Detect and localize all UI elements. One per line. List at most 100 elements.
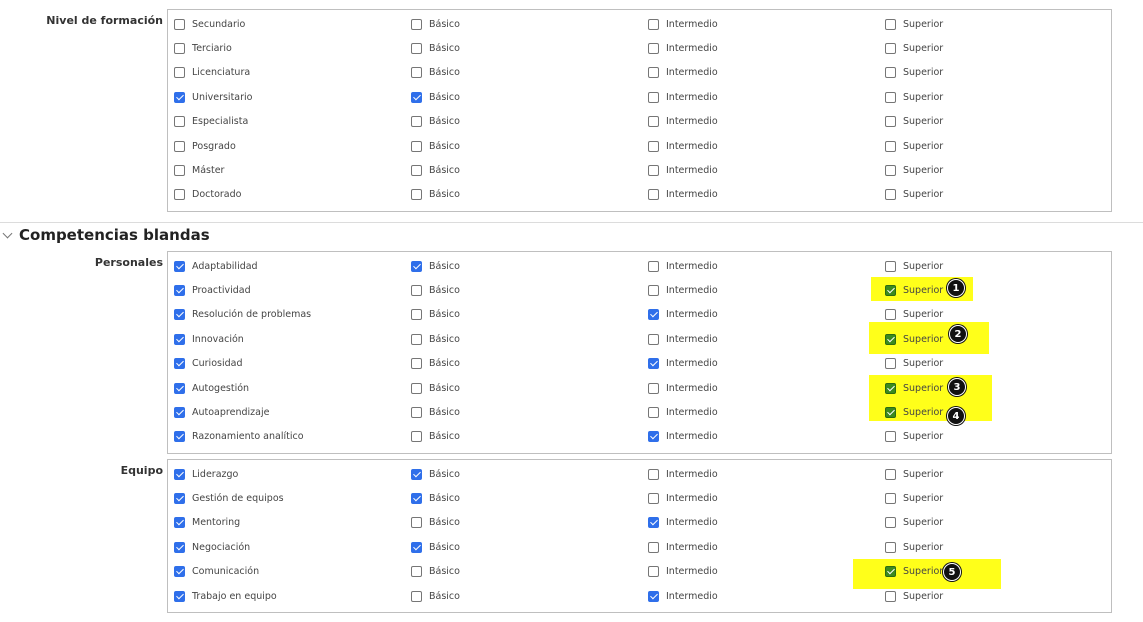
competency-option[interactable]: Comunicación xyxy=(174,560,259,584)
level-option[interactable]: Básico xyxy=(411,535,460,559)
licenciatura-checkbox[interactable] xyxy=(174,67,185,79)
intermedio-checkbox[interactable] xyxy=(648,116,659,128)
intermedio-checkbox[interactable] xyxy=(648,333,659,345)
level-option[interactable]: Básico xyxy=(411,462,460,486)
superior-checkbox[interactable] xyxy=(885,517,896,529)
level-option[interactable]: Básico xyxy=(411,584,460,608)
level-option[interactable]: Básico xyxy=(411,85,460,109)
especialista-checkbox[interactable] xyxy=(174,116,185,128)
level-option[interactable]: Superior xyxy=(885,535,943,559)
superior-checkbox[interactable] xyxy=(885,67,896,79)
basico-checkbox[interactable] xyxy=(411,468,422,480)
intermedio-checkbox[interactable] xyxy=(648,67,659,79)
level-option[interactable]: Superior xyxy=(885,85,943,109)
level-option[interactable]: Básico xyxy=(411,278,460,302)
level-option[interactable]: Superior xyxy=(885,425,943,449)
resolucion-de-problemas-checkbox[interactable] xyxy=(174,309,185,321)
level-option[interactable]: Básico xyxy=(411,327,460,351)
basico-checkbox[interactable] xyxy=(411,358,422,370)
negociacion-checkbox[interactable] xyxy=(174,541,185,553)
intermedio-checkbox[interactable] xyxy=(648,189,659,201)
level-option[interactable]: Superior xyxy=(885,36,943,60)
level-option[interactable]: Superior xyxy=(885,134,943,158)
level-option[interactable]: Superior xyxy=(885,158,943,182)
level-option[interactable]: Superior xyxy=(885,61,943,85)
level-option[interactable]: Intermedio xyxy=(648,278,718,302)
competency-option[interactable]: Doctorado xyxy=(174,183,241,207)
competency-option[interactable]: Posgrado xyxy=(174,134,236,158)
basico-checkbox[interactable] xyxy=(411,260,422,272)
level-option[interactable]: Intermedio xyxy=(648,352,718,376)
intermedio-checkbox[interactable] xyxy=(648,165,659,177)
basico-checkbox[interactable] xyxy=(411,165,422,177)
adaptabilidad-checkbox[interactable] xyxy=(174,260,185,272)
autogestion-checkbox[interactable] xyxy=(174,382,185,394)
level-option[interactable]: Intermedio xyxy=(648,376,718,400)
level-option[interactable]: Intermedio xyxy=(648,61,718,85)
gestion-de-equipos-checkbox[interactable] xyxy=(174,493,185,505)
level-option[interactable]: Básico xyxy=(411,61,460,85)
level-option[interactable]: Intermedio xyxy=(648,134,718,158)
intermedio-checkbox[interactable] xyxy=(648,517,659,529)
level-option[interactable]: Superior xyxy=(885,110,943,134)
basico-checkbox[interactable] xyxy=(411,67,422,79)
doctorado-checkbox[interactable] xyxy=(174,189,185,201)
level-option[interactable]: Superior xyxy=(885,254,943,278)
level-option[interactable]: Intermedio xyxy=(648,110,718,134)
intermedio-checkbox[interactable] xyxy=(648,309,659,321)
competency-option[interactable]: Proactividad xyxy=(174,278,251,302)
basico-checkbox[interactable] xyxy=(411,18,422,30)
level-option[interactable]: Intermedio xyxy=(648,400,718,424)
superior-checkbox[interactable] xyxy=(885,566,896,578)
intermedio-checkbox[interactable] xyxy=(648,431,659,443)
level-option[interactable]: Superior xyxy=(885,486,943,510)
proactividad-checkbox[interactable] xyxy=(174,285,185,297)
level-option[interactable]: Básico xyxy=(411,110,460,134)
level-option[interactable]: Intermedio xyxy=(648,425,718,449)
basico-checkbox[interactable] xyxy=(411,493,422,505)
razonamiento-analitico-checkbox[interactable] xyxy=(174,431,185,443)
intermedio-checkbox[interactable] xyxy=(648,382,659,394)
superior-checkbox[interactable] xyxy=(885,285,896,297)
level-option[interactable]: Básico xyxy=(411,511,460,535)
universitario-checkbox[interactable] xyxy=(174,91,185,103)
basico-checkbox[interactable] xyxy=(411,333,422,345)
intermedio-checkbox[interactable] xyxy=(648,18,659,30)
competency-option[interactable]: Universitario xyxy=(174,85,252,109)
superior-checkbox[interactable] xyxy=(885,431,896,443)
superior-checkbox[interactable] xyxy=(885,18,896,30)
competency-option[interactable]: Terciario xyxy=(174,36,232,60)
intermedio-checkbox[interactable] xyxy=(648,566,659,578)
superior-checkbox[interactable] xyxy=(885,468,896,480)
competency-option[interactable]: Licenciatura xyxy=(174,61,250,85)
level-option[interactable]: Básico xyxy=(411,36,460,60)
basico-checkbox[interactable] xyxy=(411,590,422,602)
secundario-checkbox[interactable] xyxy=(174,18,185,30)
intermedio-checkbox[interactable] xyxy=(648,407,659,419)
basico-checkbox[interactable] xyxy=(411,566,422,578)
section-toggle-competencias[interactable]: Competencias blandas xyxy=(2,226,210,244)
superior-checkbox[interactable] xyxy=(885,407,896,419)
posgrado-checkbox[interactable] xyxy=(174,140,185,152)
intermedio-checkbox[interactable] xyxy=(648,140,659,152)
level-option[interactable]: Intermedio xyxy=(648,36,718,60)
superior-checkbox[interactable] xyxy=(885,309,896,321)
level-option[interactable]: Básico xyxy=(411,376,460,400)
basico-checkbox[interactable] xyxy=(411,431,422,443)
master-checkbox[interactable] xyxy=(174,165,185,177)
competency-option[interactable]: Adaptabilidad xyxy=(174,254,258,278)
competency-option[interactable]: Autoaprendizaje xyxy=(174,400,269,424)
basico-checkbox[interactable] xyxy=(411,116,422,128)
intermedio-checkbox[interactable] xyxy=(648,468,659,480)
level-option[interactable]: Básico xyxy=(411,12,460,36)
competency-option[interactable]: Razonamiento analítico xyxy=(174,425,304,449)
level-option[interactable]: Básico xyxy=(411,183,460,207)
level-option[interactable]: Intermedio xyxy=(648,303,718,327)
comunicacion-checkbox[interactable] xyxy=(174,566,185,578)
competency-option[interactable]: Innovación xyxy=(174,327,244,351)
basico-checkbox[interactable] xyxy=(411,285,422,297)
level-option[interactable]: Intermedio xyxy=(648,486,718,510)
superior-checkbox[interactable] xyxy=(885,382,896,394)
level-option[interactable]: Intermedio xyxy=(648,560,718,584)
competency-option[interactable]: Trabajo en equipo xyxy=(174,584,277,608)
